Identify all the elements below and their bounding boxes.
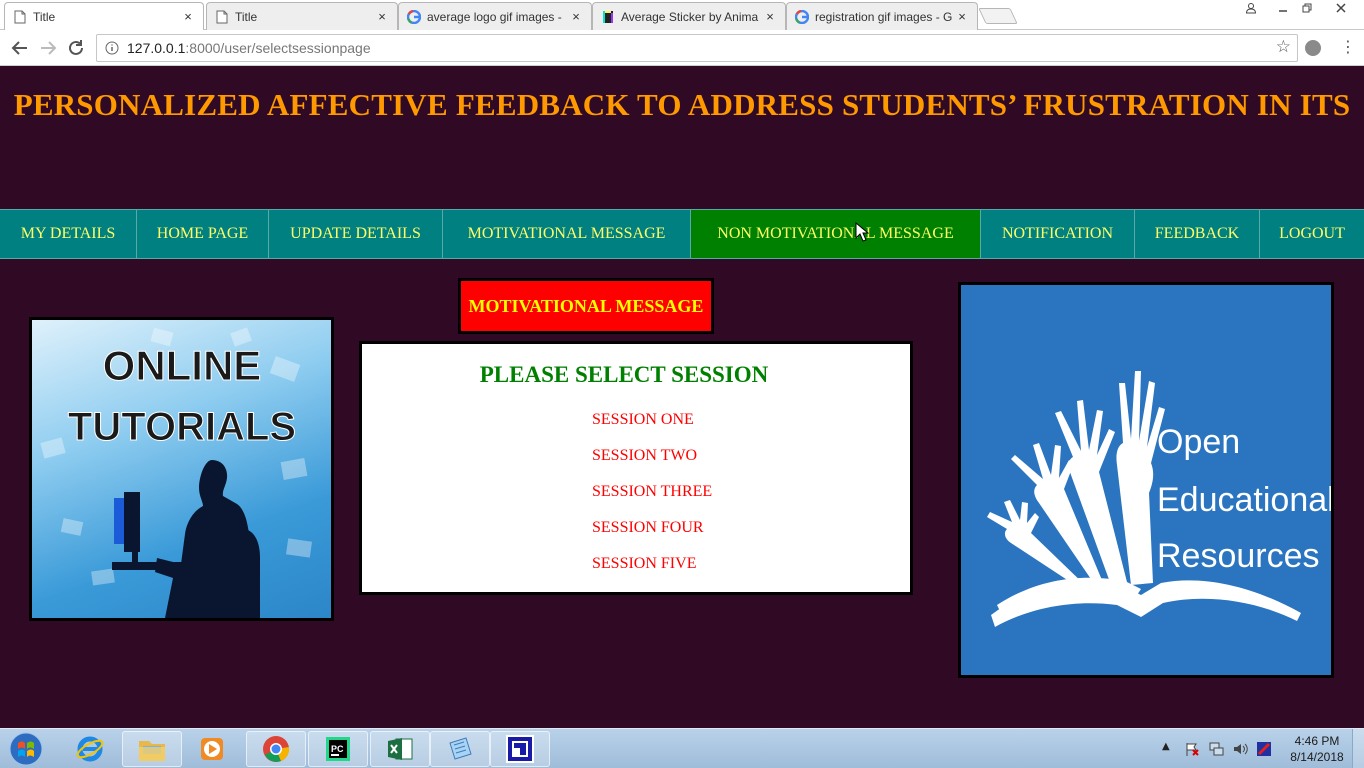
session-heading: PLEASE SELECT SESSION: [479, 362, 769, 387]
svg-text:PC: PC: [331, 744, 344, 754]
media-player-icon[interactable]: [182, 731, 242, 767]
taskbar-clock[interactable]: 4:46 PM 8/14/2018: [1282, 733, 1352, 765]
browser-tab[interactable]: Title ×: [206, 2, 398, 30]
user-profile-icon[interactable]: [1240, 2, 1262, 16]
motivational-message-button[interactable]: MOTIVATIONAL MESSAGE: [458, 278, 714, 334]
session-link-four[interactable]: SESSION FOUR: [592, 516, 712, 552]
internet-explorer-icon[interactable]: [60, 731, 120, 767]
tab-title: Title: [235, 9, 258, 24]
session-link-three[interactable]: SESSION THREE: [592, 480, 712, 516]
nav-motivational-message[interactable]: MOTIVATIONAL MESSAGE: [443, 210, 691, 258]
main-navbar: MY DETAILS HOME PAGE UPDATE DETAILS MOTI…: [0, 209, 1364, 259]
image-text-resources: Resources: [1157, 537, 1320, 575]
tab-title: Title: [33, 9, 56, 24]
session-select-panel: PLEASE SELECT SESSION SESSION ONE SESSIO…: [359, 341, 913, 595]
browser-menu-icon[interactable]: ⋮: [1338, 36, 1358, 60]
close-icon[interactable]: ×: [569, 9, 583, 24]
page-icon: [215, 10, 229, 24]
clock-date: 8/14/2018: [1290, 750, 1344, 764]
browser-tab[interactable]: average logo gif images - ×: [398, 2, 592, 30]
open-educational-resources-image: Open Educational Resources: [958, 282, 1334, 678]
action-center-flag-icon[interactable]: [1184, 741, 1200, 762]
back-icon[interactable]: [8, 36, 32, 60]
mouse-cursor-icon: [855, 221, 870, 247]
nav-non-motivational-message[interactable]: NON MOTIVATIONAL MESSAGE: [691, 210, 981, 258]
url-path: :8000/user/selectsessionpage: [185, 40, 371, 56]
session-link-one[interactable]: SESSION ONE: [592, 408, 712, 444]
nav-my-details[interactable]: MY DETAILS: [0, 210, 137, 258]
pycharm-icon[interactable]: PC: [308, 731, 368, 767]
new-tab-button[interactable]: [978, 8, 1018, 24]
show-desktop-button[interactable]: [1352, 729, 1364, 768]
restore-icon[interactable]: [1296, 2, 1318, 16]
image-text-educational: Educational: [1157, 481, 1331, 519]
close-icon[interactable]: ×: [375, 9, 389, 24]
page-icon: [13, 10, 27, 24]
reload-icon[interactable]: [64, 36, 88, 60]
network-icon[interactable]: [1208, 741, 1224, 762]
session-list: SESSION ONE SESSION TWO SESSION THREE SE…: [592, 408, 712, 588]
google-icon: [795, 9, 809, 24]
nav-home-page[interactable]: HOME PAGE: [137, 210, 269, 258]
online-tutorials-image: ONLINE TUTORIALS: [29, 317, 334, 621]
bookmark-star-icon[interactable]: ☆: [1276, 37, 1291, 57]
browser-toolbar: 127.0.0.1:8000/user/selectsessionpage ☆ …: [0, 30, 1364, 66]
image-text-open: Open: [1157, 423, 1240, 461]
image-text-online: ONLINE: [103, 342, 262, 389]
close-icon[interactable]: ×: [181, 9, 195, 24]
close-icon[interactable]: ×: [955, 9, 969, 24]
giphy-icon: [601, 10, 615, 24]
clock-time: 4:46 PM: [1294, 734, 1340, 748]
close-window-icon[interactable]: [1330, 2, 1352, 16]
nav-notification[interactable]: NOTIFICATION: [981, 210, 1135, 258]
site-title: PERSONALIZED AFFECTIVE FEEDBACK TO ADDRE…: [13, 87, 1351, 122]
address-bar[interactable]: 127.0.0.1:8000/user/selectsessionpage ☆: [96, 34, 1298, 62]
browser-tab-strip: Title × Title × average logo gif images …: [0, 0, 1364, 30]
windows-taskbar: PC ▲ 4:46 PM 8/14/2018: [0, 728, 1364, 768]
close-icon[interactable]: ×: [763, 9, 777, 24]
nav-logout[interactable]: LOGOUT: [1260, 210, 1364, 258]
google-icon: [407, 9, 421, 24]
forward-icon[interactable]: [36, 36, 60, 60]
nav-update-details[interactable]: UPDATE DETAILS: [269, 210, 443, 258]
image-text-tutorials: TUTORIALS: [68, 405, 296, 449]
extension-icon[interactable]: [1305, 40, 1321, 56]
browser-tab[interactable]: Title ×: [4, 2, 204, 30]
browser-tab[interactable]: registration gif images - G ×: [786, 2, 978, 30]
session-link-two[interactable]: SESSION TWO: [592, 444, 712, 480]
file-explorer-icon[interactable]: [122, 731, 182, 767]
minimize-icon[interactable]: [1272, 2, 1294, 16]
remote-app-icon[interactable]: [490, 731, 550, 767]
page-info-icon[interactable]: [105, 41, 119, 55]
tab-title: registration gif images - G: [815, 9, 953, 24]
start-button[interactable]: [6, 731, 46, 767]
page-body: PERSONALIZED AFFECTIVE FEEDBACK TO ADDRE…: [0, 74, 1364, 728]
browser-tab[interactable]: Average Sticker by Anima ×: [592, 2, 786, 30]
tab-title: Average Sticker by Anima: [621, 9, 759, 24]
app-tray-icon[interactable]: [1256, 741, 1272, 762]
notepad-icon[interactable]: [430, 731, 490, 767]
chrome-icon[interactable]: [246, 731, 306, 767]
volume-icon[interactable]: [1232, 741, 1248, 762]
tab-title: average logo gif images -: [427, 9, 562, 24]
session-link-five[interactable]: SESSION FIVE: [592, 552, 712, 588]
url-host: 127.0.0.1: [127, 40, 186, 56]
excel-icon[interactable]: [370, 731, 430, 767]
show-hidden-icons-icon[interactable]: ▲: [1162, 741, 1170, 752]
nav-feedback[interactable]: FEEDBACK: [1135, 210, 1260, 258]
